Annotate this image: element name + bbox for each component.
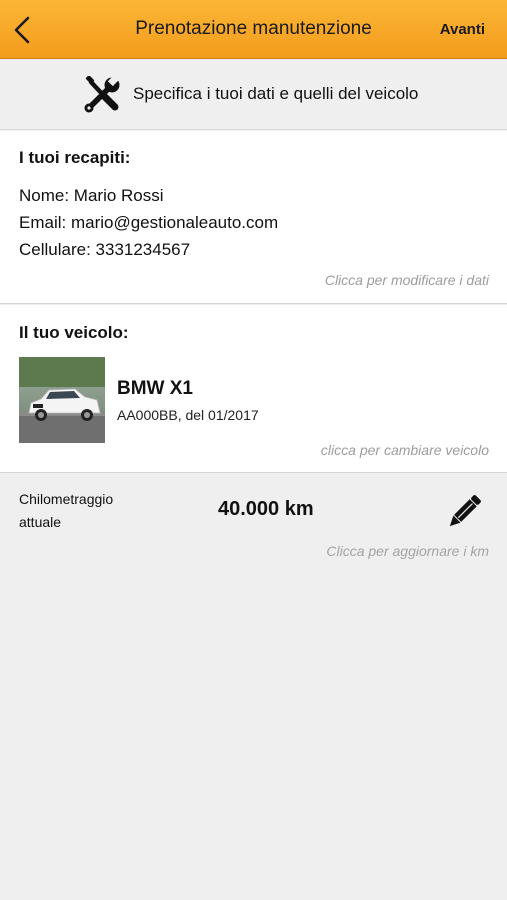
tools-icon	[84, 76, 120, 113]
update-km-hint[interactable]: Clicca per aggiornare i km	[326, 543, 489, 559]
contact-phone: Cellulare: 3331234567	[19, 240, 191, 259]
contact-name: Nome: Mario Rossi	[19, 186, 164, 205]
chevron-left-icon	[14, 16, 30, 44]
vehicle-name: BMW X1	[117, 378, 193, 399]
vehicle-details: AA000BB, del 01/2017	[117, 407, 259, 423]
instruction-bar: Specifica i tuoi dati e quelli del veico…	[0, 60, 507, 130]
vehicle-photo	[19, 357, 105, 443]
change-vehicle-hint[interactable]: clicca per cambiare veicolo	[321, 442, 489, 458]
back-button[interactable]	[10, 14, 38, 46]
edit-data-hint[interactable]: Clicca per modificare i dati	[325, 272, 489, 288]
navigation-bar: Prenotazione manutenzione Avanti	[0, 0, 507, 59]
contacts-title: I tuoi recapiti:	[19, 148, 131, 167]
page-title: Prenotazione manutenzione	[135, 18, 372, 39]
mileage-label: Chilometraggio attuale	[19, 491, 114, 530]
contacts-card[interactable]: I tuoi recapiti: Nome: Mario Rossi Email…	[0, 131, 507, 304]
vehicle-title: Il tuo veicolo:	[19, 323, 129, 342]
instruction-text: Specifica i tuoi dati e quelli del veico…	[133, 84, 419, 103]
next-button[interactable]: Avanti	[440, 21, 485, 38]
pencil-icon[interactable]	[446, 494, 482, 530]
contact-email: Email: mario@gestionaleauto.com	[19, 213, 279, 232]
mileage-value: 40.000 km	[218, 498, 314, 520]
vehicle-card[interactable]: Il tuo veicolo: BMW X1 AA000BB, del 01/2…	[0, 305, 507, 473]
